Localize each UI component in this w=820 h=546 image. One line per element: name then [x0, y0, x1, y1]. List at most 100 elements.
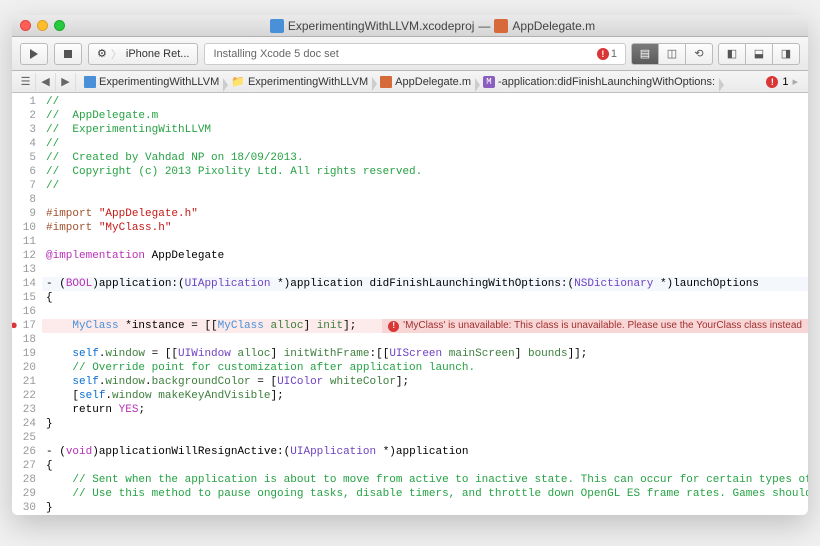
activity-status: Installing Xcode 5 doc set ! 1	[204, 43, 626, 65]
line-number: 8	[12, 193, 36, 207]
line-number: 26	[12, 445, 36, 459]
code-line: // AppDelegate.m	[46, 110, 158, 122]
line-number: 30	[12, 501, 36, 515]
error-line: MyClass *instance = [[MyClass alloc] ini…	[42, 319, 808, 333]
code-line: }	[42, 501, 808, 515]
line-number: 14	[12, 277, 36, 291]
scheme-selector[interactable]: ⚙ 〉 iPhone Ret...	[88, 43, 198, 65]
crumb-file[interactable]: AppDelegate.m	[372, 76, 475, 88]
error-badge-icon: !	[597, 48, 609, 60]
code-line	[42, 263, 808, 277]
left-panel-button[interactable]: ◧	[718, 43, 746, 65]
bottom-panel-button[interactable]: ⬓	[745, 43, 773, 65]
line-gutter: 1234567891011121314151617181920212223242…	[12, 93, 42, 515]
window-title: ExperimentingWithLLVM.xcodeproj — AppDel…	[65, 19, 800, 33]
file-icon	[380, 76, 392, 88]
close-button[interactable]	[20, 20, 31, 31]
line-number: 24	[12, 417, 36, 431]
traffic-lights	[20, 20, 65, 31]
line-number: 7	[12, 179, 36, 193]
line-number: 19	[12, 347, 36, 361]
code-line	[42, 235, 808, 249]
code-line: }	[42, 417, 808, 431]
line-number: 29	[12, 487, 36, 501]
error-count: 1	[611, 48, 617, 60]
code-line: [self.window makeKeyAndVisible];	[42, 389, 808, 403]
back-button[interactable]: ◀	[36, 73, 56, 91]
toolbar: ⚙ 〉 iPhone Ret... Installing Xcode 5 doc…	[12, 37, 808, 71]
line-number: 13	[12, 263, 36, 277]
code-line: // Override point for customization afte…	[46, 362, 475, 374]
code-editor[interactable]: 1234567891011121314151617181920212223242…	[12, 93, 808, 515]
crumb-folder-label: ExperimentingWithLLVM	[248, 76, 368, 88]
code-line	[42, 305, 808, 319]
project-icon	[84, 76, 96, 88]
title-file: AppDelegate.m	[512, 19, 595, 33]
code-line	[42, 333, 808, 347]
line-number: 22	[12, 389, 36, 403]
file-icon	[494, 19, 508, 33]
line-number: 17	[12, 319, 36, 333]
xcode-window: ExperimentingWithLLVM.xcodeproj — AppDel…	[12, 15, 808, 515]
panel-buttons: ◧ ⬓ ◨	[719, 43, 800, 65]
stop-button[interactable]	[54, 43, 82, 65]
titlebar: ExperimentingWithLLVM.xcodeproj — AppDel…	[12, 15, 808, 37]
project-icon	[270, 19, 284, 33]
scheme-icon: ⚙	[97, 47, 107, 60]
status-text: Installing Xcode 5 doc set	[213, 48, 338, 60]
code-line: - (void)applicationWillResignActive:(UIA…	[42, 445, 808, 459]
code-line: @implementation	[46, 250, 145, 262]
editor-mode-buttons: ▤ ◫ ⟲	[632, 43, 713, 65]
crumb-method-label: -application:didFinishLaunchingWithOptio…	[498, 76, 715, 88]
title-sep: —	[478, 19, 490, 33]
line-number: 18	[12, 333, 36, 347]
crumb-method[interactable]: M-application:didFinishLaunchingWithOpti…	[475, 76, 719, 88]
code-line: return YES;	[42, 403, 808, 417]
line-number: 9	[12, 207, 36, 221]
code-line: #import	[46, 208, 99, 220]
standard-editor-button[interactable]: ▤	[631, 43, 659, 65]
line-number: 23	[12, 403, 36, 417]
code-line: #import	[46, 222, 99, 234]
code-line: // Use this method to pause ongoing task…	[46, 488, 808, 500]
jumpbar-error-count: 1	[782, 76, 788, 88]
line-number: 20	[12, 361, 36, 375]
minimize-button[interactable]	[37, 20, 48, 31]
code-line: self.window.backgroundColor = [UIColor w…	[42, 375, 808, 389]
code-line: {	[42, 459, 808, 473]
run-button[interactable]	[20, 43, 48, 65]
related-items-button[interactable]: ☰	[16, 73, 36, 91]
forward-button[interactable]: ▶	[56, 73, 76, 91]
line-number: 3	[12, 123, 36, 137]
line-number: 16	[12, 305, 36, 319]
inline-error-message[interactable]: 'MyClass' is unavailable: This class is …	[382, 319, 808, 333]
code-area[interactable]: // // AppDelegate.m // ExperimentingWith…	[42, 93, 808, 515]
method-icon: M	[483, 76, 495, 88]
line-number: 6	[12, 165, 36, 179]
line-number: 1	[12, 95, 36, 109]
code-line: //	[46, 96, 59, 108]
assistant-editor-button[interactable]: ◫	[658, 43, 686, 65]
code-line	[42, 431, 808, 445]
zoom-button[interactable]	[54, 20, 65, 31]
line-number: 25	[12, 431, 36, 445]
code-line: // Sent when the application is about to…	[46, 474, 808, 486]
folder-icon: 📁	[231, 75, 245, 88]
line-number: 5	[12, 151, 36, 165]
code-line: //	[46, 138, 59, 150]
crumb-project-label: ExperimentingWithLLVM	[99, 76, 219, 88]
crumb-project[interactable]: ExperimentingWithLLVM	[76, 76, 223, 88]
line-number: 11	[12, 235, 36, 249]
code-line: // Created by Vahdad NP on 18/09/2013.	[46, 152, 303, 164]
scheme-label: iPhone Ret...	[126, 48, 190, 60]
code-line: self.window = [[UIWindow alloc] initWith…	[42, 347, 808, 361]
jump-bar: ☰ ◀ ▶ ExperimentingWithLLVM 📁Experimenti…	[12, 71, 808, 93]
version-editor-button[interactable]: ⟲	[685, 43, 713, 65]
right-panel-button[interactable]: ◨	[772, 43, 800, 65]
line-number: 28	[12, 473, 36, 487]
code-line: //	[46, 180, 59, 192]
crumb-folder[interactable]: 📁ExperimentingWithLLVM	[223, 75, 372, 88]
status-error-count[interactable]: ! 1	[597, 48, 617, 60]
line-number: 2	[12, 109, 36, 123]
code-line	[42, 193, 808, 207]
